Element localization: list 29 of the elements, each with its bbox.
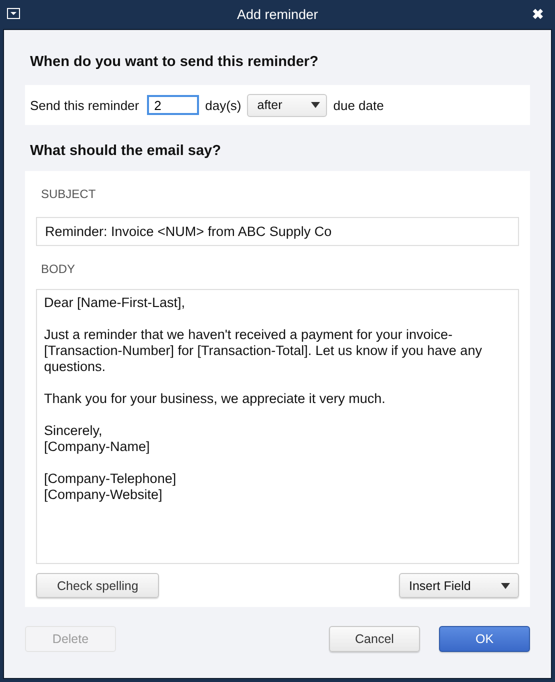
body-text-line: Thank you for your business, we appreciate it very much. — [44, 390, 386, 407]
check-spelling-button[interactable]: Check spelling — [36, 573, 160, 598]
relation-dropdown[interactable]: after — [247, 94, 328, 116]
ok-button[interactable]: OK — [439, 626, 530, 652]
subject-field[interactable]: Reminder: Invoice <NUM> from ABC Supply Co — [36, 217, 519, 246]
close-button[interactable]: ✖ — [532, 6, 544, 22]
body-text-line: Sincerely, — [44, 422, 104, 439]
subject-label: SUBJECT — [41, 187, 97, 201]
window-menu-icon[interactable] — [7, 8, 20, 19]
section-heading: When do you want to send this reminder? — [30, 54, 320, 70]
body-text-line: [Transaction-Number] for [Transaction-Total]. Let us know if you have any — [44, 342, 483, 359]
days-unit: day(s) — [205, 98, 242, 112]
caret-icon — [501, 582, 510, 588]
body-text-line: Just a reminder that we haven't received a payment for your invoice- — [44, 326, 454, 343]
days-input[interactable]: 2 — [147, 95, 200, 115]
dialog-button[interactable]: Cancel — [329, 626, 420, 652]
body-text-line: Dear [Name-First-Last], — [44, 294, 186, 311]
section-heading: What should the email say? — [30, 143, 222, 159]
due-date-label: due date — [333, 98, 384, 112]
body-text-line: [Company-Name] — [44, 438, 151, 455]
body-text-line: [Company-Website] — [44, 486, 164, 503]
body-field[interactable] — [36, 288, 519, 564]
insert-field-dropdown[interactable]: Insert Field — [399, 573, 519, 598]
body-text-line: [Company-Telephone] — [44, 470, 178, 487]
body-text-line: questions. — [44, 358, 107, 375]
window-title: Add reminder — [236, 7, 318, 22]
body-label: BODY — [41, 262, 76, 276]
caret-icon — [311, 102, 320, 108]
send-label: Send this reminder — [30, 98, 140, 112]
